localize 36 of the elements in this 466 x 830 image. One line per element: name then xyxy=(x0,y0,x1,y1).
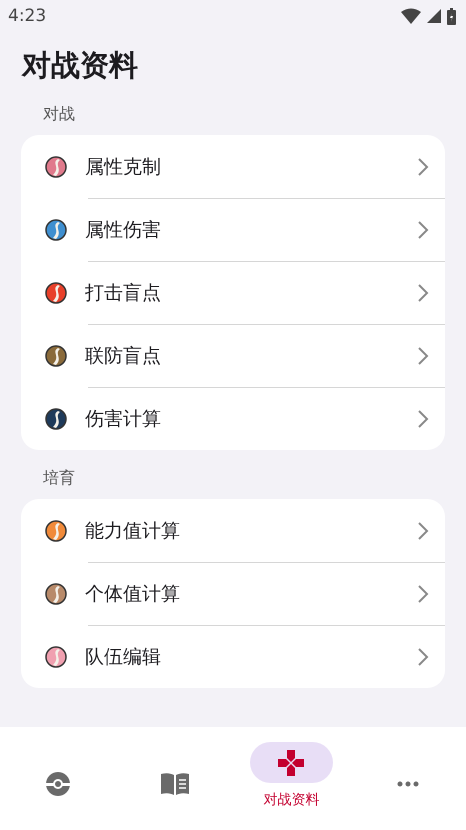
chevron-right-icon xyxy=(417,282,429,302)
list-item[interactable]: 属性伤害 xyxy=(85,216,417,242)
chevron-right-icon xyxy=(417,156,429,176)
list-item[interactable]: 属性克制 xyxy=(85,154,417,180)
wifi-icon xyxy=(401,8,421,24)
list-item[interactable]: 能力值计算 xyxy=(85,518,417,544)
item-icon xyxy=(45,408,67,430)
list-item[interactable]: 联防盲点 xyxy=(85,342,417,368)
list-item[interactable]: 打击盲点 xyxy=(85,280,417,306)
signal-icon xyxy=(427,9,441,23)
chevron-right-icon xyxy=(417,220,429,240)
item-icon xyxy=(45,582,67,604)
item-icon xyxy=(45,646,67,668)
item-icon xyxy=(45,520,67,542)
chevron-right-icon xyxy=(417,408,429,428)
chevron-right-icon xyxy=(417,346,429,366)
more-icon xyxy=(396,780,419,786)
ball-icon xyxy=(45,770,72,796)
item-icon xyxy=(45,218,67,240)
dpad-icon xyxy=(277,748,306,776)
section-label: 培育 xyxy=(43,468,76,489)
book-icon xyxy=(160,772,190,796)
chevron-right-icon xyxy=(417,646,429,666)
chevron-right-icon xyxy=(417,584,429,604)
list-item[interactable]: 伤害计算 xyxy=(85,406,417,432)
battery-icon xyxy=(447,8,456,24)
item-icon xyxy=(45,282,67,304)
nav-tab[interactable]: 对战资料 xyxy=(233,727,350,830)
item-icon xyxy=(45,344,67,366)
status-time: 4:23 xyxy=(8,6,46,26)
section-label: 对战 xyxy=(43,104,76,125)
list-item[interactable]: 队伍编辑 xyxy=(85,644,417,670)
chevron-right-icon xyxy=(417,520,429,540)
item-icon xyxy=(45,156,67,178)
page-title: 对战资料 xyxy=(22,47,139,84)
list-item[interactable]: 个体值计算 xyxy=(85,580,417,606)
